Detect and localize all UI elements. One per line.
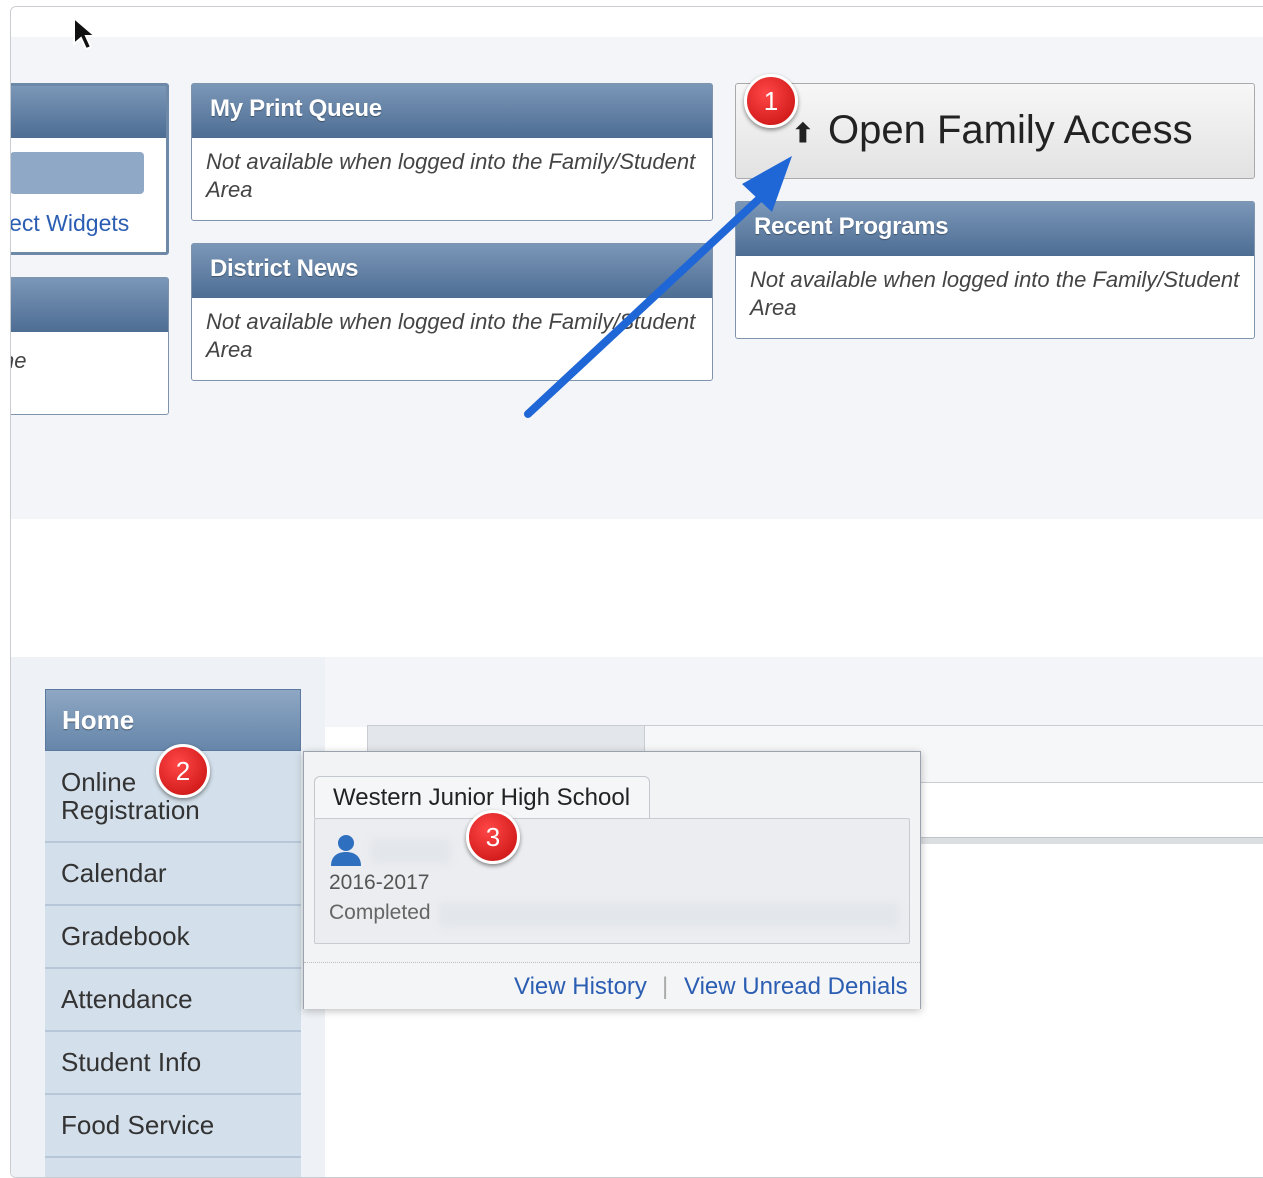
- annotation-arrow: [524, 156, 792, 418]
- step-badge-2: 2: [156, 744, 210, 798]
- step-badge-1: 1: [744, 74, 798, 128]
- step-badge-3: 3: [466, 810, 520, 864]
- mouse-cursor-icon: [73, 16, 98, 51]
